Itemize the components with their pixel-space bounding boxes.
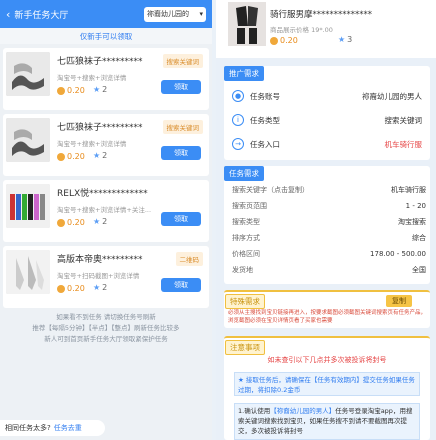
card-stars: ★ 2 xyxy=(93,283,108,292)
product-thumbnail xyxy=(6,118,50,162)
footer-hint-2: 推荐【每隔5分钟】【半点】【整点】刷新任务比较多 xyxy=(32,324,180,332)
special-requirements: 特殊需求 复制 必须从主搜找到宝贝链接再进入，按要求截图必须截图关键词搜索页有任… xyxy=(224,290,430,328)
account-dropdown[interactable]: 祢裔幼儿园的 ▾ xyxy=(144,6,206,22)
card-title: 七匹狼袜子********* xyxy=(57,123,143,133)
task-card[interactable]: 七匹狼袜子********* 搜索关键词 淘宝号+搜索+浏览详情 0.20 ★ 2… xyxy=(3,48,209,110)
coin-icon xyxy=(270,36,278,45)
special-head: 特殊需求 xyxy=(225,294,265,309)
star-icon: ★ xyxy=(338,35,346,44)
task-card[interactable]: 七匹狼袜子********* 搜索关键词 淘宝号+搜索+浏览详情 0.20 ★ 2… xyxy=(3,114,209,176)
newbie-notice: 仅新手可以领取 xyxy=(0,28,212,44)
star-icon: ★ xyxy=(93,217,101,226)
dedupe-link[interactable]: 任务去重 xyxy=(54,423,82,433)
promo-head: 推广需求 xyxy=(224,66,264,81)
claim-button[interactable]: 领取 xyxy=(161,80,201,94)
info-row-entry[interactable]: → 任务入口 机车骑行服 xyxy=(232,134,422,154)
page-range-row: 搜索页范围 1 - 20 xyxy=(232,202,426,210)
product-stars: ★ 3 xyxy=(338,35,353,44)
info-row-type: i 任务类型 搜索关键词 xyxy=(232,110,422,130)
sort-row: 排序方式 综合 xyxy=(232,234,426,242)
coin-icon xyxy=(57,284,65,293)
card-stars: ★ 2 xyxy=(93,85,108,94)
chevron-down-icon: ▾ xyxy=(199,10,203,18)
card-tag: 二维码 xyxy=(175,252,203,266)
product-thumbnail xyxy=(6,184,50,228)
top-bar: ‹ 新手任务大厅 祢裔幼儿园的 ▾ xyxy=(0,0,212,28)
info-icon: i xyxy=(232,114,244,126)
keyword-row[interactable]: 搜索关键字（点击复制） 机车骑行服 xyxy=(232,182,426,198)
card-reward: 0.20 xyxy=(57,86,85,95)
task-hall-panel: ‹ 新手任务大厅 祢裔幼儿园的 ▾ 仅新手可以领取 七匹狼袜子*********… xyxy=(0,0,212,440)
task-detail-panel: 骑行服男摩************** 商品展示价格 19*.00 0.20 ★… xyxy=(216,0,436,440)
enter-icon: → xyxy=(232,138,244,150)
dedupe-help-bar[interactable]: 相同任务太多? 任务去重 xyxy=(0,420,105,436)
note-account: 1.确认使用【祢裔幼儿园的男人】任务号登录淘宝app，用搜索关键词搜索找到宝贝，… xyxy=(234,403,420,440)
task-card[interactable]: 高版本帝奥********* 二维码 淘宝号+扫码截图+浏览详情 0.20 ★ 2… xyxy=(3,246,209,308)
notes-head: 注意事项 xyxy=(225,340,265,355)
star-icon: ★ xyxy=(93,151,101,160)
product-thumbnail xyxy=(6,52,50,96)
back-arrow-icon[interactable]: ‹ xyxy=(6,8,10,21)
card-reward: 0.20 xyxy=(57,284,85,293)
star-icon: ★ xyxy=(93,283,101,292)
claim-button[interactable]: 领取 xyxy=(161,146,201,160)
card-subtitle: 淘宝号+扫码截图+浏览详情 xyxy=(57,272,140,280)
copy-button[interactable]: 复制 xyxy=(386,295,412,307)
product-header: 骑行服男摩************** 商品展示价格 19*.00 0.20 ★… xyxy=(216,0,436,58)
card-tag: 搜索关键词 xyxy=(162,120,203,134)
user-icon: ● xyxy=(232,90,244,102)
claim-button[interactable]: 领取 xyxy=(161,212,201,226)
price-range-row: 价格区间 178.00 - 500.00 xyxy=(232,250,426,258)
product-thumbnail xyxy=(6,250,50,294)
ship-from-row: 发货地 全国 xyxy=(232,266,426,274)
task-requirements-section: 任务需求 搜索关键字（点击复制） 机车骑行服 搜索页范围 1 - 20 搜索类型 淘宝… xyxy=(224,166,430,284)
help-text: 相同任务太多? xyxy=(5,424,51,432)
note-expiry: ★ 接取任务后，请确保在【任务有效期内】提交任务如果任务过期，将扣除0.2金币 xyxy=(234,372,420,396)
card-stars: ★ 2 xyxy=(93,217,108,226)
card-title: RELX悦************* xyxy=(57,189,148,199)
card-title: 七匹狼袜子********* xyxy=(57,57,143,67)
claim-button[interactable]: 领取 xyxy=(161,278,201,292)
footer-hint-1: 如果看不到任务 请切换任务号刷新 xyxy=(56,313,156,321)
product-thumbnail xyxy=(228,2,266,46)
card-subtitle: 淘宝号+搜索+浏览详情 xyxy=(57,140,127,148)
coin-icon xyxy=(57,86,65,95)
footer-hint-3: 新人可到首页新手任务大厅领取紧保护任务 xyxy=(44,335,168,343)
card-stars: ★ 2 xyxy=(93,151,108,160)
notes-warning: 如未查引以下几点并多次被投诉将封号 xyxy=(267,356,387,364)
card-subtitle: 淘宝号+搜索+浏览详情 xyxy=(57,74,127,82)
star-icon: ★ xyxy=(93,85,101,94)
product-title: 骑行服男摩************** xyxy=(270,10,373,20)
coin-icon xyxy=(57,218,65,227)
promo-section: 推广需求 ● 任务账号 祢裔幼儿园的男人 i 任务类型 搜索关键词 → 任务入口… xyxy=(224,66,430,160)
card-subtitle: 淘宝号+搜索+浏览详情+关注... xyxy=(57,206,152,214)
task-card[interactable]: RELX悦************* 淘宝号+搜索+浏览详情+关注... 0.2… xyxy=(3,180,209,242)
notes-section: 注意事项 如未查引以下几点并多次被投诉将封号 ★ 接取任务后，请确保在【任务有效… xyxy=(224,336,430,440)
page-title: 新手任务大厅 xyxy=(14,10,69,21)
product-reward: 0.20 xyxy=(270,36,298,45)
task-head: 任务需求 xyxy=(224,166,264,181)
card-reward: 0.20 xyxy=(57,152,85,161)
info-row-account: ● 任务账号 祢裔幼儿园的男人 xyxy=(232,86,422,106)
search-type-row: 搜索类型 淘宝搜索 xyxy=(232,218,426,226)
dropdown-value: 祢裔幼儿园的 xyxy=(147,10,189,18)
card-tag: 搜索关键词 xyxy=(162,54,203,68)
card-reward: 0.20 xyxy=(57,218,85,227)
product-price-label: 商品展示价格 19*.00 xyxy=(270,26,333,34)
coin-icon xyxy=(57,152,65,161)
special-text: 必须从主搜找到宝贝链接再进入，按要求截图必须截图关键词搜索页有任务产品，浏览截图… xyxy=(228,310,427,324)
card-title: 高版本帝奥********* xyxy=(57,255,143,265)
